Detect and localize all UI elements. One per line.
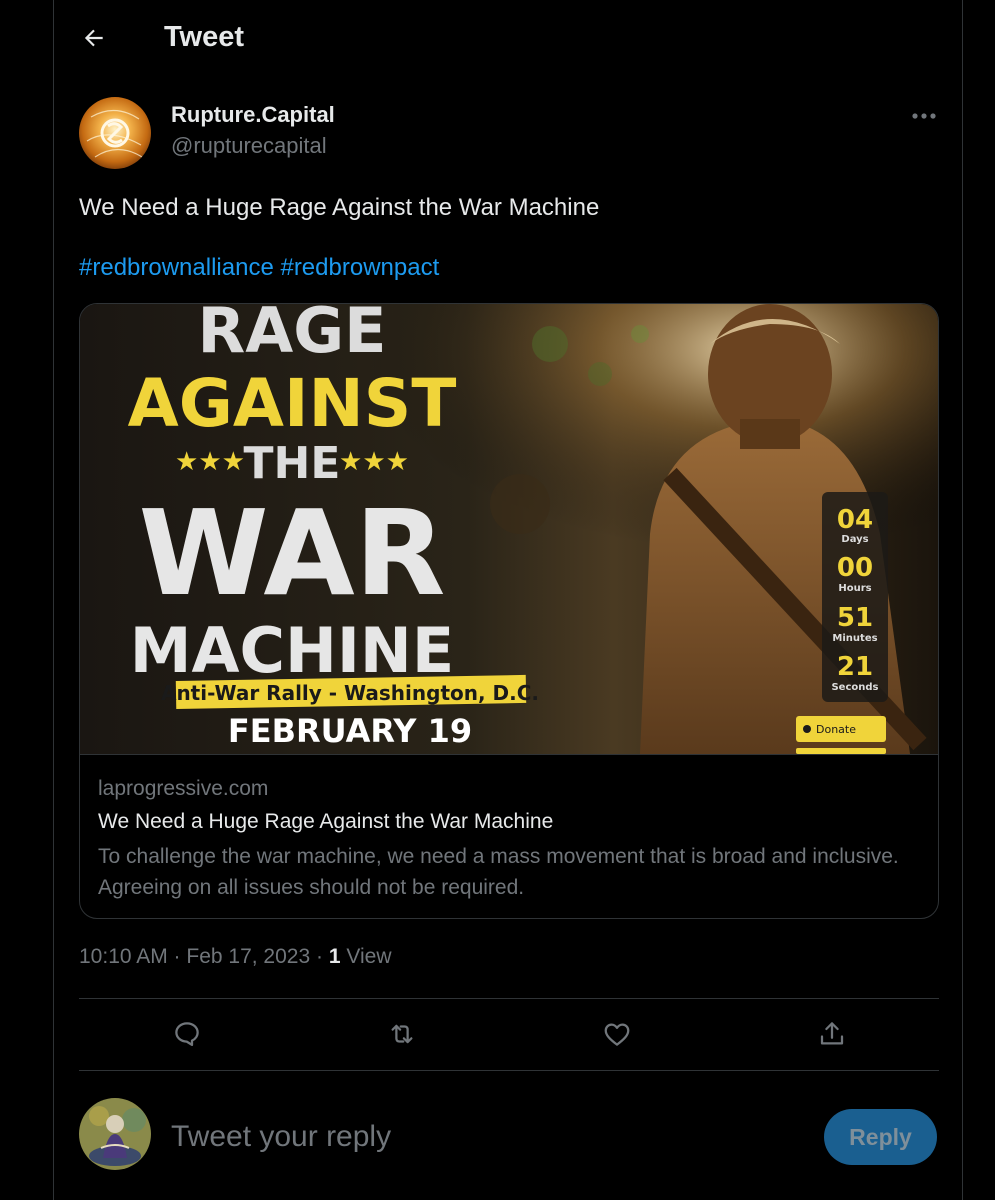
divider <box>79 1070 939 1071</box>
tweet-timestamp[interactable]: 10:10 AM · Feb 17, 2023 · <box>79 945 329 968</box>
reply-input[interactable] <box>171 1115 811 1159</box>
poster-line-war: WAR <box>138 484 445 622</box>
countdown-seconds-value: 21 <box>837 652 873 682</box>
card-meta: laprogressive.com We Need a Huge Rage Ag… <box>80 754 938 918</box>
link-preview-card[interactable]: RAGE AGAINST ★★★ THE ★★★ WAR MACHINE Ant… <box>79 303 939 919</box>
poster-line-rage: RAGE <box>198 304 387 367</box>
poster-stars-left: ★★★ <box>175 447 245 477</box>
countdown-days-value: 04 <box>837 505 873 535</box>
share-button[interactable] <box>812 1014 852 1054</box>
tweet-timestamp-row: 10:10 AM · Feb 17, 2023 · 1 View <box>79 945 392 969</box>
reply-button[interactable] <box>167 1014 207 1054</box>
back-button[interactable] <box>76 20 112 56</box>
donate-icon <box>803 725 811 733</box>
card-domain: laprogressive.com <box>98 777 269 800</box>
poster-line-against: AGAINST <box>128 365 457 442</box>
countdown-minutes-label: Minutes <box>832 633 877 644</box>
more-options-button[interactable] <box>906 104 942 128</box>
countdown-days-label: Days <box>841 534 868 545</box>
tweet-hashtags: #redbrownalliance #redbrownpact <box>79 254 439 282</box>
poster-stars-right: ★★★ <box>339 447 409 477</box>
author-avatar[interactable] <box>79 97 151 169</box>
retweet-button[interactable] <box>382 1014 422 1054</box>
retweet-icon <box>391 1024 413 1044</box>
countdown-minutes-value: 51 <box>837 603 873 633</box>
poster-line-the: THE <box>244 438 341 489</box>
tweet-text: We Need a Huge Rage Against the War Mach… <box>79 194 600 221</box>
views-label[interactable]: View <box>341 945 391 968</box>
hashtag-link[interactable]: #redbrownalliance <box>79 254 274 281</box>
poster-banner: Anti-War Rally - Washington, D.C. <box>161 681 539 705</box>
countdown-seconds-label: Seconds <box>831 682 878 693</box>
reply-submit-button[interactable]: Reply <box>824 1109 937 1165</box>
like-icon <box>604 1023 630 1046</box>
donate-label: Donate <box>816 723 856 736</box>
card-image[interactable]: RAGE AGAINST ★★★ THE ★★★ WAR MACHINE Ant… <box>80 304 938 754</box>
back-arrow-icon <box>84 29 103 47</box>
tweet-actions <box>79 1000 939 1070</box>
divider <box>79 998 939 999</box>
countdown-panel: 04 Days 00 Hours 51 Minutes 21 Seconds <box>822 492 888 702</box>
page-title: Tweet <box>164 21 245 53</box>
user-avatar[interactable] <box>79 1098 151 1170</box>
reply-icon <box>175 1022 199 1046</box>
countdown-hours-label: Hours <box>838 583 871 594</box>
author-handle[interactable]: @rupturecapital <box>171 133 327 159</box>
author-name[interactable]: Rupture.Capital <box>171 102 335 128</box>
card-title: We Need a Huge Rage Against the War Mach… <box>98 810 554 833</box>
card-description: To challenge the war machine, we need a … <box>98 845 899 899</box>
more-dots-icon <box>912 113 936 119</box>
views-count[interactable]: 1 <box>329 945 341 968</box>
tweet-column: Tweet Rupture.Capital @rupturecapital We… <box>53 0 963 1200</box>
like-button[interactable] <box>597 1014 637 1054</box>
hashtag-link[interactable]: #redbrownpact <box>280 254 439 281</box>
poster-line-machine: MACHINE <box>130 614 454 687</box>
share-icon <box>820 1022 844 1045</box>
poster-date: FEBRUARY 19 <box>228 712 472 750</box>
page-header: Tweet <box>54 0 962 78</box>
countdown-hours-value: 00 <box>837 553 873 583</box>
